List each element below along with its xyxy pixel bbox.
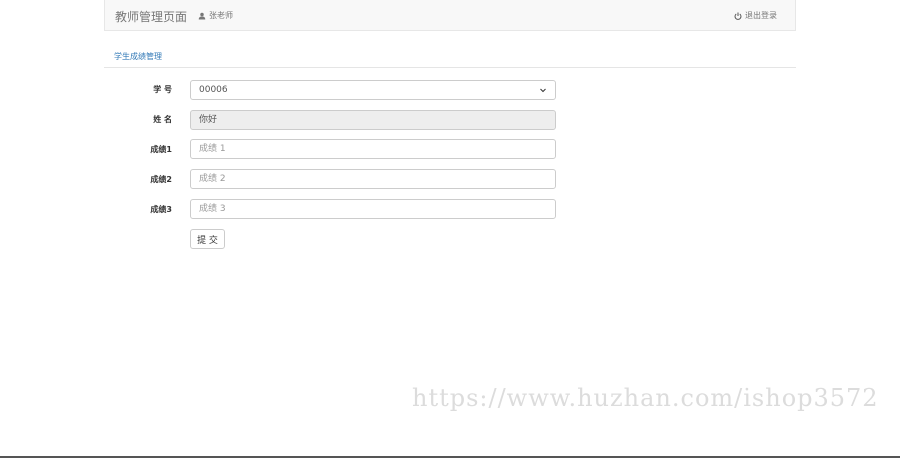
chevron-down-icon (540, 88, 546, 93)
score2-label: 成绩2 (150, 175, 172, 184)
name-value: 你好 (199, 115, 218, 125)
student-id-label: 学 号 (153, 85, 172, 94)
nav-user[interactable]: 张老师 (198, 10, 233, 21)
score3-input[interactable] (190, 199, 556, 219)
nav-user-name: 张老师 (209, 11, 233, 20)
score1-label: 成绩1 (150, 145, 172, 154)
score1-input[interactable] (190, 139, 556, 159)
student-id-value: 00006 (199, 85, 228, 95)
watermark: https://www.huzhan.com/ishop3572 (412, 384, 879, 412)
submit-button[interactable]: 提 交 (190, 229, 225, 249)
power-icon (734, 12, 742, 20)
score2-input[interactable] (190, 169, 556, 189)
top-navbar: 教师管理页面 张老师 退出登录 (104, 0, 796, 31)
name-field[interactable]: 你好 (190, 110, 556, 130)
logout-label: 退出登录 (745, 11, 777, 20)
navbar-brand[interactable]: 教师管理页面 (115, 8, 187, 25)
student-id-select[interactable]: 00006 (190, 80, 556, 100)
name-label: 姓 名 (153, 115, 172, 124)
page: 教师管理页面 张老师 退出登录 学生成绩管理 学 号 00006 姓 名 你好 (0, 0, 900, 458)
section-divider (104, 67, 796, 68)
section-title[interactable]: 学生成绩管理 (114, 51, 162, 62)
user-icon (198, 12, 206, 19)
logout-link[interactable]: 退出登录 (734, 10, 777, 21)
score3-label: 成绩3 (150, 205, 172, 214)
